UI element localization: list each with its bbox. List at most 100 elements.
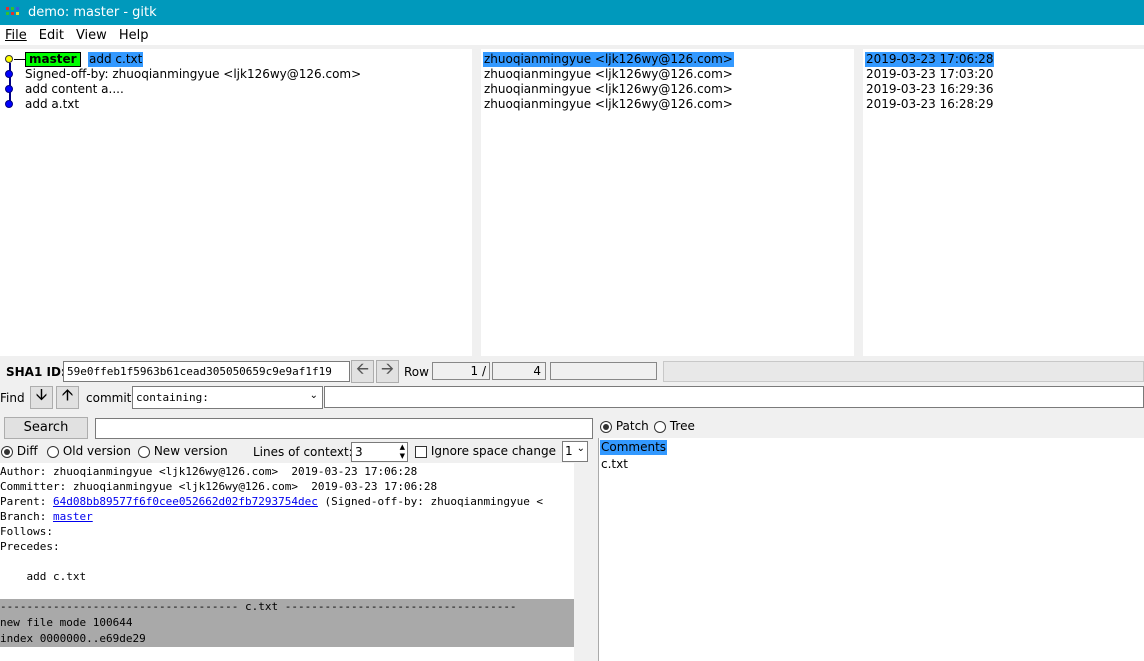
ignore-space-label: Ignore space change: [430, 444, 556, 458]
commit-node: [5, 100, 13, 108]
context-label: Lines of context:: [253, 445, 353, 459]
commit-subject[interactable]: Signed-off-by: zhuoqianmingyue <ljk126wy…: [25, 67, 361, 82]
radio-icon: [47, 445, 59, 458]
window-titlebar[interactable]: demo: master - gitk: [0, 0, 1144, 25]
radio-selected-icon: [1, 445, 13, 458]
patch-label: Patch: [615, 419, 649, 433]
commit-author[interactable]: zhuoqianmingyue <ljk126wy@126.com>: [484, 97, 733, 112]
file-header: ------------------------------------ c.t…: [0, 600, 517, 613]
find-input[interactable]: [324, 386, 1144, 408]
commit-date[interactable]: 2019-03-23 17:03:20: [866, 67, 993, 82]
progress-bar-area: [663, 361, 1144, 382]
diff-mode-value: 1: [565, 444, 573, 458]
commit-node: [5, 70, 13, 78]
row-current-field: 1 /: [432, 362, 490, 380]
find-type-label: commit: [86, 391, 132, 405]
head-commit-node: [5, 55, 13, 63]
menu-help[interactable]: Help: [113, 28, 155, 43]
radio-selected-icon: [600, 420, 612, 433]
up-arrow-icon: 🡩: [61, 385, 74, 404]
menu-bar: File Edit View Help: [0, 25, 1144, 45]
search-button[interactable]: Search: [4, 417, 88, 439]
follows-line: Follows:: [0, 525, 53, 538]
file-list-item-comments[interactable]: Comments: [600, 440, 668, 455]
context-value: 3: [355, 445, 363, 459]
gitk-app-icon: [6, 6, 22, 19]
branch-link[interactable]: master: [53, 510, 93, 523]
parent-sha-link[interactable]: 64d08bb89577f6f0cee052662d02fb7293754dec: [53, 495, 318, 508]
commit-list-pane[interactable]: master add c.txt Signed-off-by: zhuoqian…: [0, 49, 472, 356]
sha1-field[interactable]: 59e0ffeb1f5963b61cead305050659c9e9af1f19: [63, 361, 350, 382]
back-button[interactable]: 🡨: [351, 359, 374, 383]
file-list-item-c-txt[interactable]: c.txt: [601, 457, 628, 472]
old-version-label: Old version: [62, 444, 131, 458]
commit-message: add c.txt: [0, 570, 87, 583]
parent-label: Parent:: [0, 495, 53, 508]
sha1-label: SHA1 ID:: [6, 365, 66, 379]
tree-label: Tree: [669, 419, 695, 433]
spin-down-icon[interactable]: ▼: [400, 452, 405, 460]
date-list-pane[interactable]: 2019-03-23 17:06:28 2019-03-23 17:03:20 …: [863, 49, 1144, 356]
row-label: Row: [404, 365, 429, 379]
row-total-field: 4: [492, 362, 546, 380]
new-version-radio[interactable]: New version: [138, 444, 228, 458]
commit-author[interactable]: zhuoqianmingyue <ljk126wy@126.com>: [484, 82, 733, 97]
branch-line: Branch: master: [0, 509, 93, 524]
down-arrow-icon: 🡫: [35, 385, 48, 404]
commit-author[interactable]: zhuoqianmingyue <ljk126wy@126.com>: [483, 52, 734, 67]
diff-mode-select[interactable]: 1 ⌄: [562, 441, 588, 462]
precedes-line: Precedes:: [0, 540, 60, 553]
commit-date[interactable]: 2019-03-23 16:28:29: [866, 97, 993, 112]
menu-edit[interactable]: Edit: [33, 28, 70, 43]
search-button-label: Search: [23, 420, 69, 435]
sha1-value: 59e0ffeb1f5963b61cead305050659c9e9af1f19: [67, 365, 332, 378]
left-arrow-icon: 🡨: [356, 359, 369, 378]
parent-line: Parent: 64d08bb89577f6f0cee052662d02fb72…: [0, 494, 543, 509]
chevron-down-icon: ⌄: [309, 390, 318, 401]
diff-index-line: index 0000000..e69de29: [0, 632, 146, 645]
radio-icon: [138, 445, 150, 458]
search-input[interactable]: [95, 418, 593, 439]
diff-radio[interactable]: Diff: [1, 444, 38, 458]
menu-file[interactable]: File: [0, 28, 33, 43]
context-spinbox[interactable]: 3 ▲ ▼: [351, 442, 408, 462]
branch-label: Branch:: [0, 510, 53, 523]
commit-subject[interactable]: add a.txt: [25, 97, 79, 112]
parent-subject: (Signed-off-by: zhuoqianmingyue <: [317, 495, 544, 508]
file-list-pane[interactable]: Comments c.txt: [598, 438, 1144, 661]
checkbox-icon: [415, 445, 427, 458]
ignore-space-checkbox[interactable]: Ignore space change: [415, 444, 556, 458]
find-mode-value: containing:: [136, 391, 209, 404]
committer-line: Committer: zhuoqianmingyue <ljk126wy@126…: [0, 480, 438, 493]
tree-radio[interactable]: Tree: [654, 419, 695, 433]
forward-button[interactable]: 🡪: [376, 359, 399, 383]
row-current: 1 /: [470, 364, 487, 378]
commit-details-pane[interactable]: Author: zhuoqianmingyue <ljk126wy@126.co…: [0, 463, 574, 661]
spin-up-icon[interactable]: ▲: [400, 443, 405, 451]
old-version-radio[interactable]: Old version: [47, 444, 131, 458]
window-title: demo: master - gitk: [28, 5, 157, 20]
find-prev-button[interactable]: 🡩: [56, 385, 79, 409]
diff-mode-line: new file mode 100644: [0, 616, 133, 629]
branch-tag-master[interactable]: master: [25, 52, 81, 67]
commit-date[interactable]: 2019-03-23 17:06:28: [865, 52, 995, 67]
radio-icon: [654, 420, 666, 433]
find-label: Find: [0, 391, 25, 405]
chevron-down-icon: ⌄: [576, 443, 585, 454]
author-list-pane[interactable]: zhuoqianmingyue <ljk126wy@126.com> zhuoq…: [481, 49, 854, 356]
find-mode-select[interactable]: containing: ⌄: [132, 386, 323, 409]
find-next-button[interactable]: 🡫: [30, 385, 53, 409]
commit-date[interactable]: 2019-03-23 16:29:36: [866, 82, 993, 97]
commit-author[interactable]: zhuoqianmingyue <ljk126wy@126.com>: [484, 67, 733, 82]
commit-node: [5, 85, 13, 93]
row-total: 4: [533, 364, 541, 378]
right-arrow-icon: 🡪: [381, 359, 394, 378]
progress-field: [550, 362, 657, 380]
new-version-label: New version: [153, 444, 228, 458]
author-line: Author: zhuoqianmingyue <ljk126wy@126.co…: [0, 465, 418, 478]
diff-label: Diff: [16, 444, 38, 458]
menu-view[interactable]: View: [70, 28, 113, 43]
commit-subject[interactable]: add content a....: [25, 82, 124, 97]
patch-radio[interactable]: Patch: [600, 419, 649, 433]
commit-subject[interactable]: add c.txt: [88, 52, 144, 67]
